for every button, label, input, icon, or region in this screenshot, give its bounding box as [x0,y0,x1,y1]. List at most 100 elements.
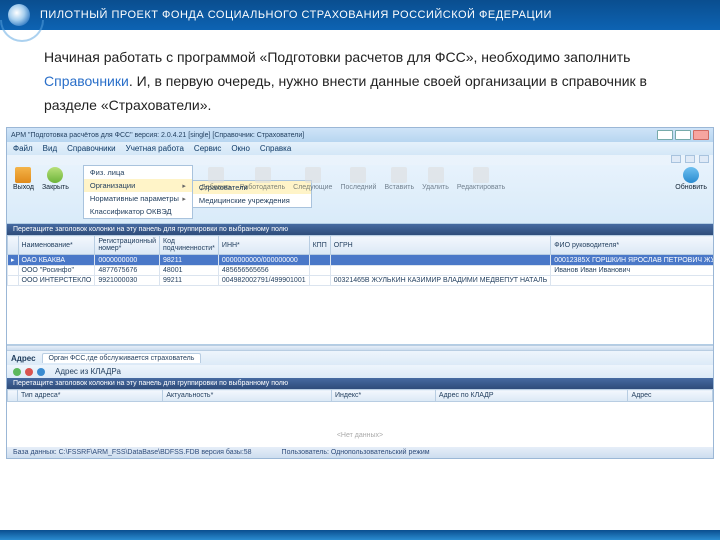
edit-addr-button[interactable] [37,368,45,376]
menu-dict[interactable]: Справочники [67,144,115,153]
table-row[interactable]: ООО "Росинфо" 4877675676 48001 485656565… [8,266,714,276]
menu-norm-params[interactable]: Нормативные параметры▸ [84,192,192,205]
menu-organizacii[interactable]: Организации▸ [84,179,192,192]
menu-view[interactable]: Вид [43,144,57,153]
menu-win[interactable]: Окно [231,144,250,153]
menu-fizlitsa[interactable]: Физ. лица [84,166,192,179]
cell[interactable]: 0000000000 [95,255,160,266]
addr-grid-body: <Нет данных> [7,402,713,447]
cell[interactable] [551,276,713,286]
next-button[interactable]: Следующие [293,167,332,191]
cell[interactable]: 00012385Х ГОРШКИН ЯРОСЛАВ ПЕТРОВИЧ ЖУЛЬК… [551,255,713,266]
close-window-button[interactable] [693,130,709,140]
menu-okved[interactable]: Классификатор ОКВЭД [84,205,192,218]
insert-button[interactable]: Вставить [384,167,414,191]
col-index[interactable]: Индекс* [332,390,436,402]
slide-title: ПИЛОТНЫЙ ПРОЕКТ ФОНДА СОЦИАЛЬНОГО СТРАХО… [40,9,552,21]
next-icon [305,167,321,183]
exit-button[interactable]: Выход [13,167,34,191]
row-indicator-col [8,390,18,402]
col-inn[interactable]: ИНН* [218,236,309,255]
col-sub[interactable]: Код подчиненности* [160,236,219,255]
addr-toolbar: Адрес из КЛАДРа [7,365,713,378]
delete-button[interactable]: Удалить [422,167,449,191]
edit-button[interactable]: Редактировать [457,167,505,191]
cell[interactable] [330,255,550,266]
prev-icon [255,167,271,183]
intro-part1: Начиная работать с программой «Подготовк… [44,49,630,65]
col-addr-type[interactable]: Тип адреса* [18,390,163,402]
delete-icon [428,167,444,183]
cell[interactable]: 4877675676 [95,266,160,276]
label: Удалить [422,184,449,191]
label: Добавить [201,184,232,191]
last-button[interactable]: Последний [340,167,376,191]
row-indicator-col [8,236,19,255]
detail-tabs: Адрес Орган ФСС,где обслуживается страхо… [7,351,713,365]
mdi-close[interactable] [699,155,709,163]
label: Вставить [384,184,414,191]
label: Следующие [293,184,332,191]
col-ogrn[interactable]: ОГРН [330,236,550,255]
col-addr[interactable]: Адрес [628,390,713,402]
col-name[interactable]: Наименование* [18,236,95,255]
kladr-link[interactable]: Адрес из КЛАДРа [55,367,121,376]
cell[interactable]: Иванов Иван Иванович [551,266,713,276]
menu-svc[interactable]: Сервис [194,144,221,153]
del-addr-button[interactable] [25,368,33,376]
menu-file[interactable]: Файл [13,144,33,153]
prev-button[interactable]: Работодатель [240,167,285,191]
add-icon [208,167,224,183]
exit-label: Выход [13,184,34,191]
menu-acct[interactable]: Учетная работа [126,144,184,153]
col-fio[interactable]: ФИО руководителя* [551,236,713,255]
menu-med-uchr[interactable]: Медицинские учреждения [193,194,311,207]
cell[interactable]: 48001 [160,266,219,276]
cell[interactable]: 0000000000/000000000 [218,255,309,266]
slide-header: ПИЛОТНЫЙ ПРОЕКТ ФОНДА СОЦИАЛЬНОГО СТРАХО… [0,0,720,30]
col-reg[interactable]: Регистрационный номер* [95,236,160,255]
cell[interactable] [309,266,330,276]
tab-fss-body[interactable]: Орган ФСС,где обслуживается страхователь [42,353,202,363]
window-controls [657,130,709,140]
add-button[interactable]: Добавить [201,167,232,191]
add-addr-button[interactable] [13,368,21,376]
slide-footer [0,530,720,540]
cell[interactable] [330,266,550,276]
table-row[interactable]: ▸ ОАО КБАКВА 0000000000 98211 0000000000… [8,255,714,266]
titlebar: АРМ "Подготовка расчётов для ФСС" версия… [7,128,713,142]
mdi-min[interactable] [671,155,681,163]
close-label: Закрыть [42,184,69,191]
cell[interactable]: 98211 [160,255,219,266]
cell[interactable] [309,276,330,286]
edit-icon [473,167,489,183]
group-panel[interactable]: Перетащите заголовок колонки на эту пане… [7,224,713,235]
cell[interactable]: ООО ИНТЕРСТЕКЛО [18,276,95,286]
close-button[interactable]: Закрыть [42,167,69,191]
exit-icon [15,167,31,183]
cell[interactable]: 485656565656 [218,266,309,276]
maximize-button[interactable] [675,130,691,140]
label: Физ. лица [90,168,125,177]
col-kladr[interactable]: Адрес по КЛАДР [435,390,628,402]
minimize-button[interactable] [657,130,673,140]
cell[interactable]: 00321465В ЖУЛЬКИН КАЗИМИР ВЛАДИМИ МЕДВЕП… [330,276,550,286]
intro-part2: . И, в первую очередь, нужно внести данн… [44,73,647,113]
col-actual[interactable]: Актуальность* [163,390,332,402]
cell[interactable]: ОАО КБАКВА [18,255,95,266]
menu-help[interactable]: Справка [260,144,291,153]
cell[interactable]: 004982002791/499901001 [218,276,309,286]
addr-group-panel[interactable]: Перетащите заголовок колонки на эту пане… [7,378,713,389]
cell[interactable]: ООО "Росинфо" [18,266,95,276]
label: Медицинские учреждения [199,196,290,205]
table-row[interactable]: ООО ИНТЕРСТЕКЛО 9921000030 99211 0049820… [8,276,714,286]
cell[interactable]: 99211 [160,276,219,286]
row-indicator: ▸ [8,255,19,266]
refresh-button[interactable]: Обновить [675,167,707,191]
cell[interactable]: 9921000030 [95,276,160,286]
col-kpp[interactable]: КПП [309,236,330,255]
mdi-restore[interactable] [685,155,695,163]
addr-grid-header: Тип адреса* Актуальность* Индекс* Адрес … [7,389,713,402]
last-icon [350,167,366,183]
cell[interactable] [309,255,330,266]
